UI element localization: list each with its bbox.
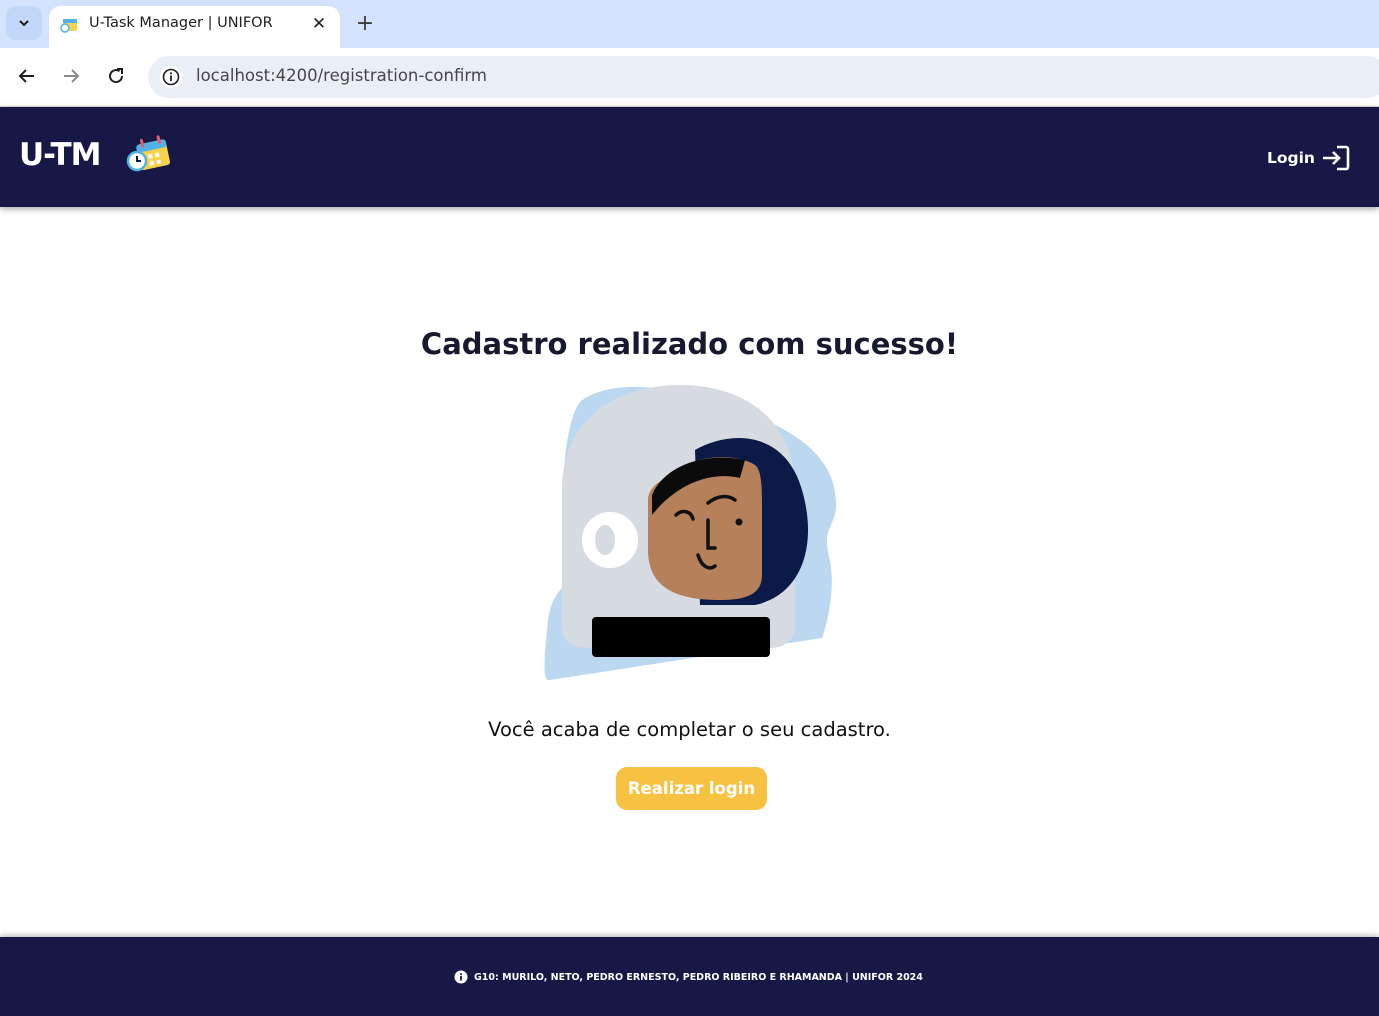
tab-search-button[interactable]: [6, 6, 42, 40]
app-footer: G10: MURILO, NETO, PEDRO ERNESTO, PEDRO …: [0, 937, 1379, 1016]
forward-arrow-icon: [64, 69, 80, 83]
login-label: Login: [1267, 149, 1315, 167]
chevron-down-icon: [19, 20, 29, 27]
realizar-login-button[interactable]: Realizar login: [616, 767, 767, 810]
back-button[interactable]: [12, 61, 42, 91]
browser-toolbar: localhost:4200/registration-confirm: [0, 48, 1379, 107]
login-icon: [1322, 145, 1350, 171]
favicon-calendar-icon: [60, 19, 77, 33]
app-header: U-TM Login: [0, 107, 1379, 207]
forward-button[interactable]: [56, 61, 86, 91]
info-icon: [454, 970, 468, 984]
browser-tab-strip: U-Task Manager | UNIFOR ✕ +: [0, 0, 1379, 48]
page-title: Cadastro realizado com sucesso!: [420, 327, 959, 361]
confirmation-message: Você acaba de completar o seu cadastro.: [488, 718, 891, 741]
browser-tab-active[interactable]: U-Task Manager | UNIFOR ✕: [49, 6, 340, 48]
reload-icon: [109, 68, 124, 84]
footer-credits: G10: MURILO, NETO, PEDRO ERNESTO, PEDRO …: [454, 970, 923, 984]
address-bar[interactable]: localhost:4200/registration-confirm: [148, 56, 1379, 98]
back-arrow-icon: [18, 69, 34, 83]
login-link[interactable]: Login: [1267, 145, 1350, 171]
close-icon[interactable]: ✕: [308, 13, 330, 35]
footer-text: G10: MURILO, NETO, PEDRO ERNESTO, PEDRO …: [474, 971, 923, 983]
astronaut-illustration: [544, 385, 837, 681]
url-text: localhost:4200/registration-confirm: [196, 66, 487, 85]
reload-button[interactable]: [101, 61, 131, 91]
brand-logo-text[interactable]: U-TM: [19, 137, 101, 173]
site-info-icon[interactable]: [160, 66, 182, 88]
plus-icon[interactable]: +: [351, 9, 379, 37]
tab-title: U-Task Manager | UNIFOR: [89, 15, 273, 31]
calendar-clock-icon: [126, 135, 171, 172]
